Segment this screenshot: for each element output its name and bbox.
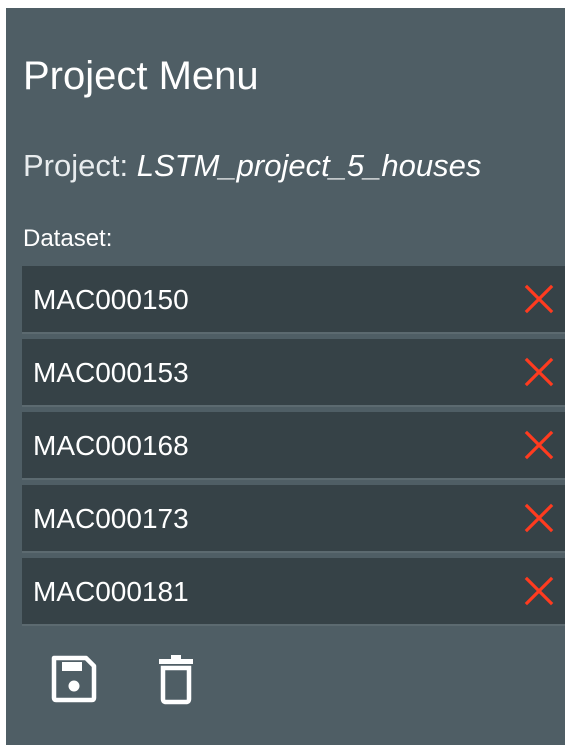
save-project-button[interactable] bbox=[48, 652, 100, 706]
dataset-list: MAC000150 MAC000153 MAC000168 MAC000173 … bbox=[22, 266, 565, 631]
close-icon bbox=[524, 430, 554, 460]
project-name: LSTM_project_5_houses bbox=[136, 148, 482, 183]
dataset-row: MAC000181 bbox=[22, 558, 565, 626]
close-icon bbox=[524, 284, 554, 314]
project-label: Project: bbox=[23, 148, 137, 183]
dataset-row: MAC000153 bbox=[22, 339, 565, 407]
dataset-name: MAC000150 bbox=[33, 284, 189, 315]
dataset-label: Dataset: bbox=[23, 225, 113, 252]
remove-dataset-button[interactable] bbox=[523, 575, 555, 607]
delete-project-button[interactable] bbox=[152, 652, 204, 706]
dataset-name: MAC000173 bbox=[33, 503, 189, 534]
dataset-row: MAC000173 bbox=[22, 485, 565, 553]
save-icon bbox=[51, 655, 97, 703]
dataset-name: MAC000181 bbox=[33, 576, 189, 607]
dataset-row: MAC000150 bbox=[22, 266, 565, 334]
dataset-row: MAC000168 bbox=[22, 412, 565, 480]
project-menu-panel: Project Menu Project: LSTM_project_5_hou… bbox=[6, 8, 565, 745]
close-icon bbox=[524, 576, 554, 606]
dataset-name: MAC000168 bbox=[33, 430, 189, 461]
remove-dataset-button[interactable] bbox=[523, 502, 555, 534]
remove-dataset-button[interactable] bbox=[523, 429, 555, 461]
close-icon bbox=[524, 357, 554, 387]
close-icon bbox=[524, 503, 554, 533]
page-title: Project Menu bbox=[23, 54, 259, 98]
remove-dataset-button[interactable] bbox=[523, 356, 555, 388]
dataset-name: MAC000153 bbox=[33, 357, 189, 388]
remove-dataset-button[interactable] bbox=[523, 283, 555, 315]
trash-icon bbox=[159, 655, 193, 705]
project-info: Project: LSTM_project_5_houses bbox=[23, 148, 481, 184]
